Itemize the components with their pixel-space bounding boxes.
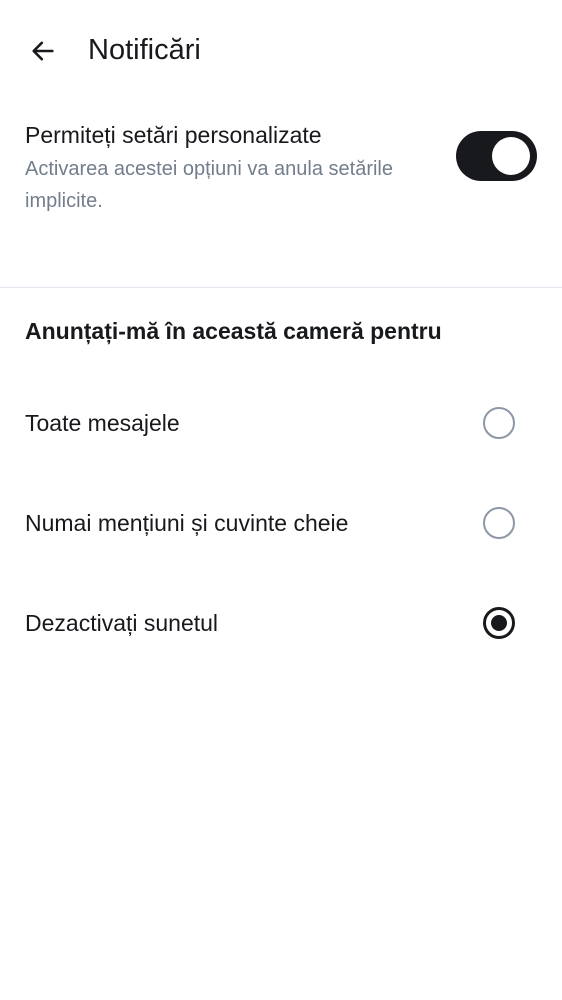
radio-option-label: Dezactivați sunetul (25, 610, 219, 636)
custom-settings-toggle[interactable] (456, 131, 537, 181)
radio-option-mentions-keywords[interactable]: Numai mențiuni și cuvinte cheie (0, 473, 562, 573)
radio-option-label: Numai mențiuni și cuvinte cheie (25, 510, 349, 536)
back-button[interactable] (22, 30, 64, 72)
radio-option-label: Toate mesajele (25, 410, 180, 436)
custom-settings-title: Permiteți setări personalizate (25, 122, 322, 148)
radio-dot (491, 615, 507, 631)
custom-settings-row[interactable]: Permiteți setări personalizate Activarea… (0, 110, 562, 240)
arrow-left-icon (32, 41, 54, 61)
radio-option-mute[interactable]: Dezactivați sunetul (0, 573, 562, 673)
radio-option-all-messages[interactable]: Toate mesajele (0, 373, 562, 473)
custom-settings-description: Activarea acestei opțiuni va anula setăr… (25, 158, 393, 212)
section-divider (0, 287, 562, 288)
radio-button[interactable] (483, 607, 515, 639)
notify-section-title: Anunțați-mă în această cameră pentru (25, 318, 442, 344)
toggle-knob (492, 137, 530, 175)
page-title: Notificări (88, 34, 201, 66)
radio-button[interactable] (483, 407, 515, 439)
top-app-bar: Notificări (0, 0, 562, 100)
radio-button[interactable] (483, 507, 515, 539)
